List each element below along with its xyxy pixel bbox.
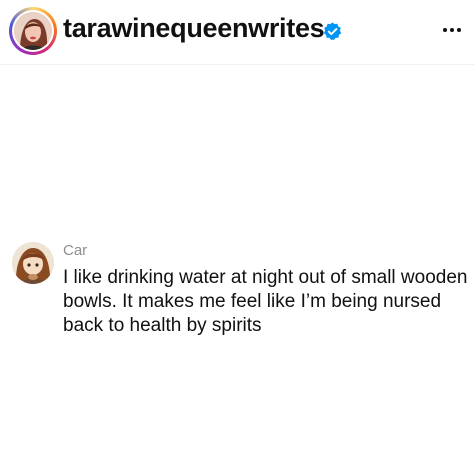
comment-avatar[interactable] (12, 242, 54, 284)
comment-text: I like drinking water at night out of sm… (63, 267, 468, 336)
profile-avatar-border (12, 10, 54, 52)
profile-avatar-ring[interactable] (9, 7, 57, 55)
comment-avatar-portrait-icon (12, 242, 54, 284)
profile-avatar[interactable] (14, 12, 52, 50)
comment: Car I like drinking water at night out o… (12, 240, 472, 350)
verified-badge-icon (323, 22, 342, 40)
post-header: tarawinequeenwrites (0, 0, 474, 65)
avatar-portrait-icon (14, 12, 52, 50)
username[interactable]: tarawinequeenwrites (63, 13, 325, 44)
more-horizontal-icon[interactable] (438, 14, 466, 42)
comment-author[interactable]: Car (63, 242, 87, 259)
